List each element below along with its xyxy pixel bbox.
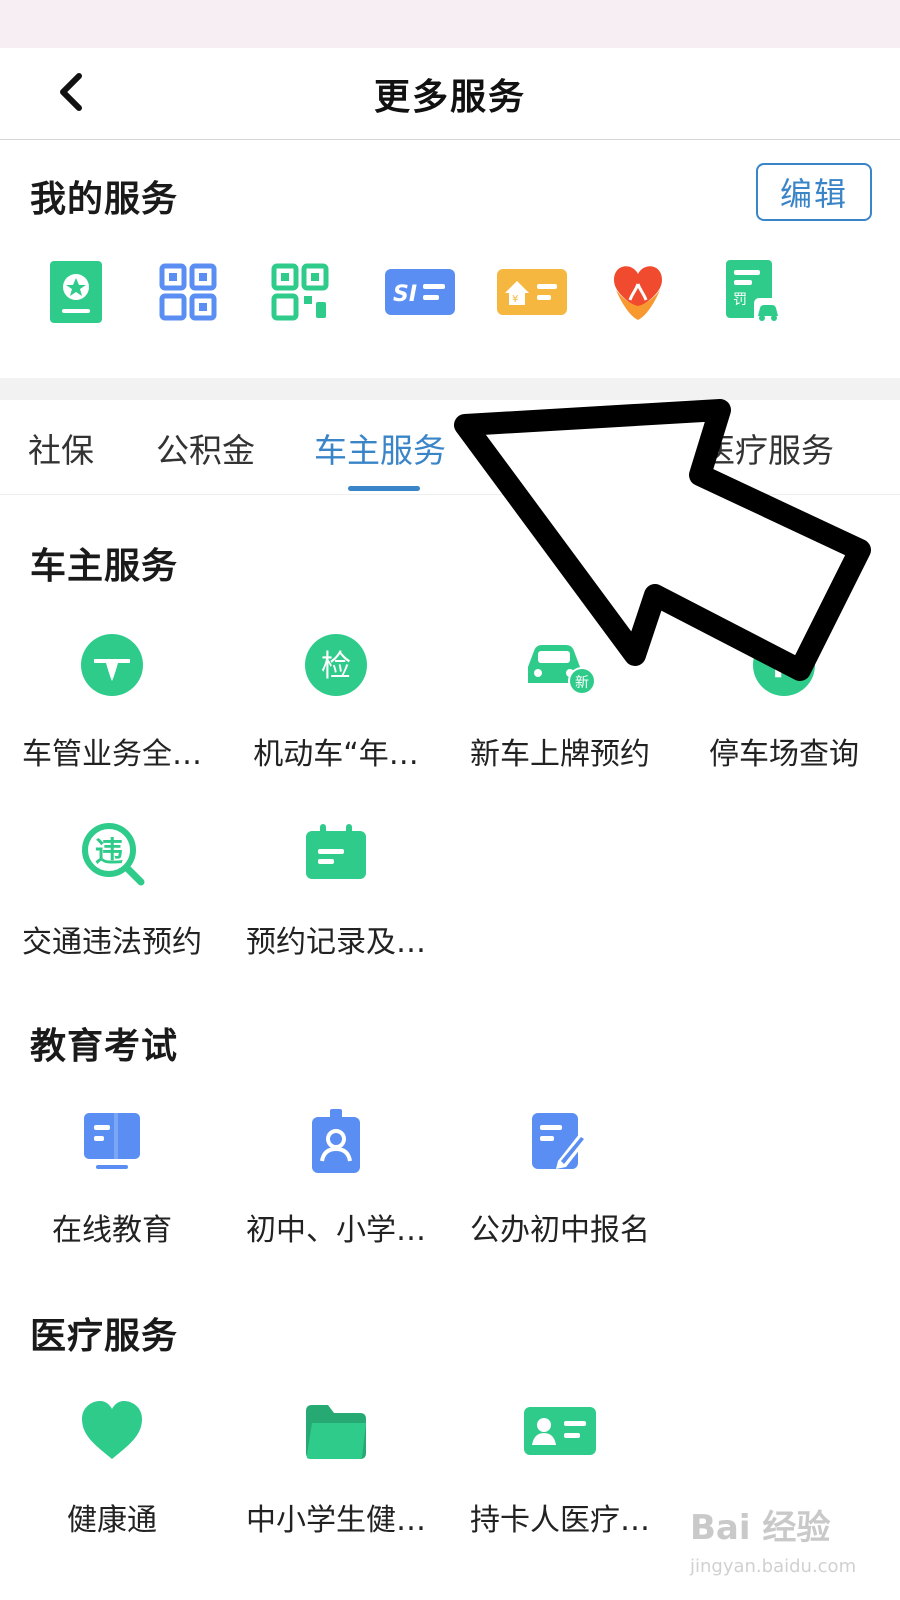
watermark-url: jingyan.baidu.com	[690, 1556, 857, 1577]
service-item[interactable]: 在线教育	[0, 1101, 224, 1261]
service-label: 停车场查询	[709, 737, 859, 772]
service-item[interactable]: 初中、小学…	[224, 1101, 448, 1261]
heart-hands-icon[interactable]	[598, 252, 678, 332]
open-book-icon	[72, 1101, 152, 1181]
steering-wheel-icon	[72, 625, 152, 705]
service-label: 在线教育	[52, 1213, 172, 1248]
svg-text:SI: SI	[393, 282, 417, 307]
social-security-card-icon[interactable]: SI	[372, 252, 468, 332]
page-title: 更多服务	[373, 77, 526, 118]
service-label: 机动车“年…	[253, 737, 419, 772]
service-item[interactable]: 健康通	[0, 1391, 224, 1551]
service-item[interactable]: 车管业务全…	[0, 625, 224, 785]
service-item[interactable]: 检 机动车“年…	[224, 625, 448, 785]
medical-heading: 医疗服务	[30, 1316, 179, 1357]
tab-housing-fund[interactable]: 公积金	[156, 424, 255, 472]
parking-icon: P	[744, 625, 824, 705]
tab-social-security[interactable]: 社保	[28, 424, 94, 472]
my-services-icons: SI ¥ 罚	[0, 252, 900, 342]
id-card-icon	[520, 1391, 600, 1471]
top-navbar: 更多服务	[0, 48, 900, 140]
education-section: 教育考试 在线教育 初中、小学… 公办初中报名	[0, 975, 900, 1265]
service-item[interactable]: 违 交通违法预约	[0, 813, 224, 973]
edit-button[interactable]: 编辑	[756, 163, 872, 221]
svg-text:¥: ¥	[512, 294, 518, 305]
new-car-icon: 新	[520, 625, 600, 705]
svg-text:违: 违	[95, 835, 123, 868]
svg-text:新: 新	[575, 675, 589, 691]
service-item[interactable]: 持卡人医疗…	[448, 1391, 672, 1551]
service-label: 预约记录及…	[246, 925, 426, 960]
my-services-panel: 我的服务 编辑 SI ¥ 罚	[0, 140, 900, 378]
service-item[interactable]: 中小学生健…	[224, 1391, 448, 1551]
my-services-heading: 我的服务	[30, 179, 179, 220]
service-item[interactable]: 预约记录及…	[224, 813, 448, 973]
service-label: 持卡人医疗…	[470, 1503, 650, 1538]
category-tabs: 社保 公积金 车主服务 教育考试 医疗服务	[0, 400, 900, 495]
traffic-fine-icon[interactable]: 罚	[712, 252, 792, 332]
service-label: 公办初中报名	[470, 1213, 650, 1248]
section-divider	[0, 378, 900, 400]
status-bar	[0, 0, 900, 48]
service-item[interactable]: 新 新车上牌预约	[448, 625, 672, 785]
housing-fund-card-icon[interactable]: ¥	[484, 252, 580, 332]
edit-form-icon	[520, 1101, 600, 1181]
watermark-logo-text: Bai 经验	[690, 1508, 831, 1548]
student-badge-icon	[296, 1101, 376, 1181]
inspection-icon: 检	[296, 625, 376, 705]
folder-icon	[296, 1391, 376, 1471]
qr-code-icon[interactable]	[260, 252, 340, 332]
service-item[interactable]: 公办初中报名	[448, 1101, 672, 1261]
id-book-icon[interactable]	[36, 252, 116, 332]
active-tab-indicator	[348, 486, 420, 491]
service-label: 初中、小学…	[246, 1213, 426, 1248]
service-label: 交通违法预约	[22, 925, 202, 960]
service-item[interactable]: P 停车场查询	[672, 625, 896, 785]
tab-education[interactable]: 教育考试	[508, 424, 640, 472]
service-label: 健康通	[67, 1503, 157, 1538]
tab-medical[interactable]: 医疗服务	[702, 424, 834, 472]
svg-text:P: P	[772, 647, 795, 685]
calendar-icon	[296, 813, 376, 893]
heart-icon	[72, 1391, 152, 1471]
car-services-heading: 车主服务	[30, 546, 179, 587]
violation-search-icon: 违	[72, 813, 152, 893]
svg-text:罚: 罚	[733, 292, 747, 308]
service-label: 新车上牌预约	[470, 737, 650, 772]
service-label: 车管业务全…	[22, 737, 202, 772]
enterprise-qr-icon[interactable]	[148, 252, 228, 332]
service-label: 中小学生健…	[246, 1503, 426, 1538]
svg-text:检: 检	[321, 649, 351, 684]
tab-car-owner[interactable]: 车主服务	[314, 424, 446, 472]
watermark: Bai 经验 jingyan.baidu.com	[690, 1500, 890, 1590]
car-services-section: 车主服务 车管业务全… 检 机动车“年… 新 新车上牌预约 P 停车场查询 违 …	[0, 495, 900, 975]
education-heading: 教育考试	[30, 1026, 179, 1067]
